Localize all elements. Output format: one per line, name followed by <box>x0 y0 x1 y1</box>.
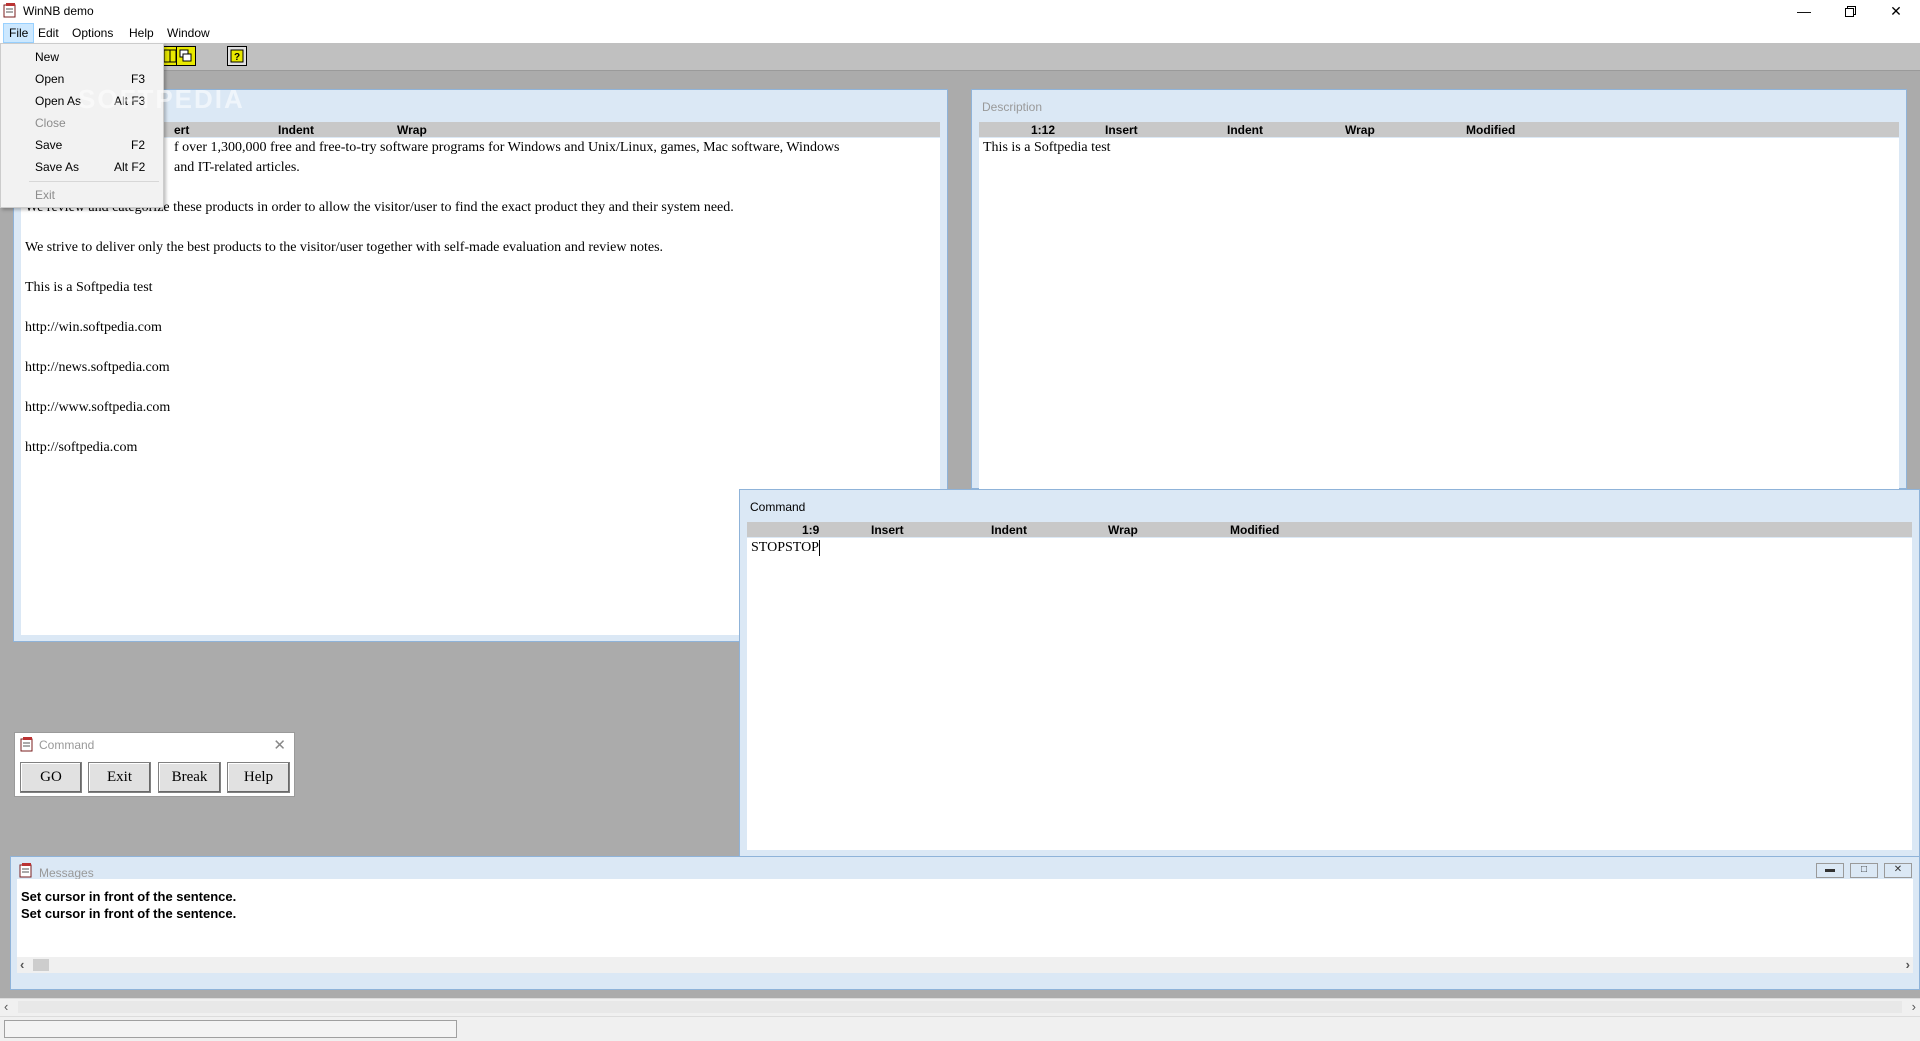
scroll-track[interactable] <box>18 1001 1902 1013</box>
toolbar: ? <box>0 43 1920 71</box>
command-status-header: 1:9 Insert Indent Wrap Modified <box>747 522 1912 537</box>
messages-maximize-button[interactable]: □ <box>1850 863 1878 878</box>
description-status-header: 1:12 Insert Indent Wrap Modified <box>979 122 1899 137</box>
editor-paragraph: We strive to deliver only the best produ… <box>25 240 664 255</box>
help-icon: ? <box>230 49 244 63</box>
description-text-area[interactable]: This is a Softpedia test <box>979 138 1899 490</box>
editor-mode: ert <box>174 123 190 137</box>
tile-icon <box>163 49 177 63</box>
menu-shortcut: Alt F2 <box>114 160 146 174</box>
menu-item-save-as[interactable]: Save As <box>35 160 79 174</box>
app-icon <box>20 737 33 752</box>
close-icon: ✕ <box>1890 2 1902 19</box>
close-icon[interactable]: ✕ <box>273 736 286 754</box>
menu-window[interactable]: Window <box>162 23 215 43</box>
command-wrap: Wrap <box>1108 523 1138 537</box>
scroll-thumb[interactable] <box>33 959 49 971</box>
menu-edit[interactable]: Edit <box>33 23 64 43</box>
menu-item-close: Close <box>35 116 66 130</box>
menu-help[interactable]: Help <box>124 23 159 43</box>
app-icon <box>19 863 32 878</box>
svg-text:?: ? <box>234 52 240 63</box>
cascade-windows-button[interactable] <box>176 46 196 66</box>
description-window[interactable]: Description 1:12 Insert Indent Wrap Modi… <box>971 89 1907 490</box>
menu-separator <box>29 181 159 182</box>
command-palette: Command ✕ GO Exit Break Help <box>14 732 295 797</box>
editor-indent: Indent <box>278 123 314 137</box>
exit-button[interactable]: Exit <box>88 762 151 793</box>
close-button[interactable]: ✕ <box>1873 0 1919 22</box>
command-text-area[interactable]: STOPSTOP <box>747 538 1912 850</box>
menu-item-new[interactable]: New <box>35 50 59 64</box>
command-position: 1:9 <box>802 523 820 537</box>
menu-bar: File Edit Options Help Window <box>0 23 1920 43</box>
description-wrap: Wrap <box>1345 123 1375 137</box>
scroll-right-icon[interactable]: › <box>1906 957 1910 972</box>
command-window-title: Command <box>750 500 806 514</box>
help-button[interactable]: Help <box>227 762 290 793</box>
editor-link: http://www.softpedia.com <box>25 400 171 415</box>
command-window[interactable]: Command 1:9 Insert Indent Wrap Modified … <box>739 489 1920 859</box>
editor-link: http://softpedia.com <box>25 440 138 455</box>
description-text: This is a Softpedia test <box>983 140 1111 155</box>
command-modified: Modified <box>1230 523 1280 537</box>
app-icon <box>3 3 16 18</box>
menu-shortcut: Alt F3 <box>114 94 146 108</box>
messages-log: Set cursor in front of the sentence. Set… <box>17 879 1913 973</box>
description-indent: Indent <box>1227 123 1263 137</box>
messages-horizontal-scrollbar[interactable]: ‹ › <box>17 957 1913 973</box>
message-line: Set cursor in front of the sentence. <box>21 889 237 904</box>
status-bar <box>0 1016 1920 1041</box>
description-modified: Modified <box>1466 123 1516 137</box>
editor-link: http://win.softpedia.com <box>25 320 162 335</box>
close-icon: ✕ <box>1893 864 1903 875</box>
messages-minimize-button[interactable]: ▬ <box>1816 863 1844 878</box>
scroll-right-icon[interactable]: › <box>1912 999 1916 1014</box>
restore-button[interactable] <box>1827 0 1873 22</box>
cascade-icon <box>179 49 192 62</box>
menu-shortcut: F3 <box>131 72 146 86</box>
maximize-icon: □ <box>1860 864 1868 875</box>
command-mode: Insert <box>871 523 904 537</box>
messages-window: Messages ▬ □ ✕ Set cursor in front of th… <box>10 856 1920 990</box>
minimize-icon: ▬ <box>1825 864 1835 875</box>
command-palette-title: Command <box>39 738 95 752</box>
menu-item-open-as[interactable]: Open As <box>35 94 81 108</box>
title-bar: WinNB demo — ✕ <box>0 0 1920 23</box>
file-menu-dropdown: New Open F3 Open As Alt F3 Close Save F2… <box>0 43 164 208</box>
status-panel <box>4 1020 457 1038</box>
editor-paragraph: This is a Softpedia test <box>25 280 153 295</box>
command-text: STOPSTOP <box>751 540 819 555</box>
messages-window-title: Messages <box>39 866 94 880</box>
go-button[interactable]: GO <box>20 762 82 793</box>
text-cursor <box>818 539 820 556</box>
command-indent: Indent <box>991 523 1027 537</box>
minimize-button[interactable]: — <box>1781 0 1827 22</box>
restore-icon <box>1844 5 1856 17</box>
scroll-left-icon[interactable]: ‹ <box>20 957 24 972</box>
description-position: 1:12 <box>1031 123 1056 137</box>
help-toolbar-button[interactable]: ? <box>227 46 247 66</box>
menu-shortcut: F2 <box>131 138 146 152</box>
messages-close-button[interactable]: ✕ <box>1884 863 1912 878</box>
menu-item-exit: Exit <box>35 188 56 202</box>
main-horizontal-scrollbar[interactable]: ‹ › <box>0 998 1920 1016</box>
message-line: Set cursor in front of the sentence. <box>21 906 237 921</box>
minimize-icon: — <box>1797 3 1811 19</box>
description-mode: Insert <box>1105 123 1138 137</box>
description-window-title: Description <box>982 100 1043 114</box>
editor-wrap: Wrap <box>397 123 427 137</box>
editor-link: http://news.softpedia.com <box>25 360 170 375</box>
menu-item-open[interactable]: Open <box>35 72 64 86</box>
window-title: WinNB demo <box>23 4 94 18</box>
menu-item-save[interactable]: Save <box>35 138 62 152</box>
scroll-left-icon[interactable]: ‹ <box>4 999 8 1014</box>
break-button[interactable]: Break <box>158 762 221 793</box>
menu-file[interactable]: File <box>3 23 35 43</box>
menu-options[interactable]: Options <box>67 23 118 43</box>
